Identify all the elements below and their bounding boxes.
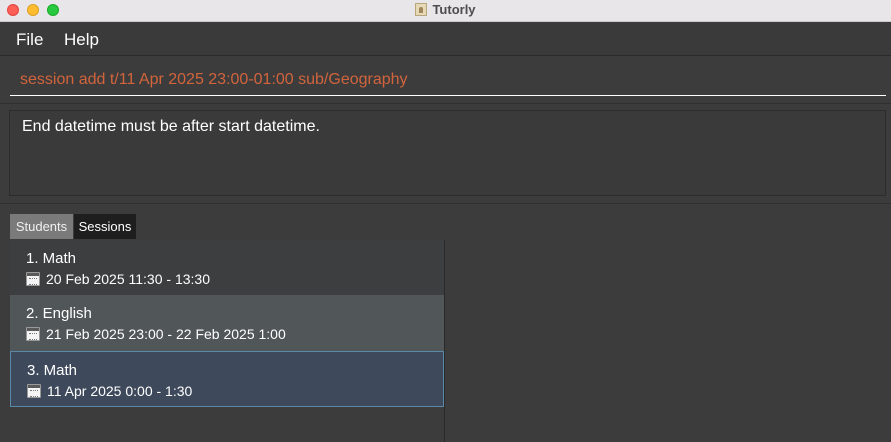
session-list-item[interactable]: 1. Math 20 Feb 2025 11:30 - 13:30 xyxy=(10,240,444,296)
session-list-item-selected[interactable]: 3. Math 11 Apr 2025 0:00 - 1:30 xyxy=(10,351,444,407)
calendar-icon xyxy=(26,327,40,341)
session-title: 1. Math xyxy=(26,250,77,267)
session-datetime: 21 Feb 2025 23:00 - 22 Feb 2025 1:00 xyxy=(26,326,286,342)
session-datetime: 20 Feb 2025 11:30 - 13:30 xyxy=(26,271,210,287)
session-list-item[interactable]: 2. English 21 Feb 2025 23:00 - 22 Feb 20… xyxy=(10,295,444,351)
divider xyxy=(0,103,891,104)
session-datetime-text: 20 Feb 2025 11:30 - 13:30 xyxy=(46,271,210,287)
session-datetime: 11 Apr 2025 0:00 - 1:30 xyxy=(27,383,192,399)
window-titlebar: Tutorly xyxy=(0,0,891,22)
menu-bar: File Help xyxy=(0,23,891,56)
session-title: 2. English xyxy=(26,305,92,322)
tab-students[interactable]: Students xyxy=(10,214,73,239)
command-box xyxy=(0,56,891,102)
window-title: Tutorly xyxy=(0,2,891,17)
app-icon xyxy=(415,3,428,16)
tab-sessions[interactable]: Sessions xyxy=(74,214,136,239)
session-datetime-text: 21 Feb 2025 23:00 - 22 Feb 2025 1:00 xyxy=(46,326,286,342)
session-datetime-text: 11 Apr 2025 0:00 - 1:30 xyxy=(47,383,193,399)
window-title-text: Tutorly xyxy=(432,2,476,17)
detail-panel xyxy=(446,240,891,442)
result-display: End datetime must be after start datetim… xyxy=(9,110,886,196)
menu-file[interactable]: File xyxy=(16,30,43,50)
session-list: 1. Math 20 Feb 2025 11:30 - 13:30 2. Eng… xyxy=(10,240,445,442)
session-title: 3. Math xyxy=(27,362,78,379)
calendar-icon xyxy=(27,384,41,398)
command-input[interactable] xyxy=(10,64,886,96)
menu-help[interactable]: Help xyxy=(64,30,99,50)
divider xyxy=(0,203,891,204)
calendar-icon xyxy=(26,272,40,286)
result-message: End datetime must be after start datetim… xyxy=(22,118,320,135)
